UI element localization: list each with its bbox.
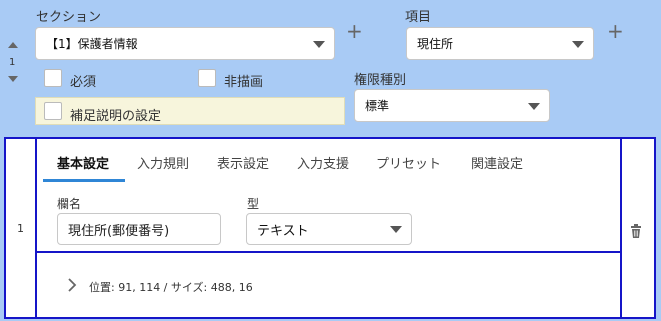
move-down-icon[interactable] [8, 76, 18, 82]
permission-label: 権限種別 [354, 73, 407, 88]
row-number: 1 [17, 222, 24, 235]
no-render-checkbox[interactable] [198, 69, 216, 87]
chevron-down-icon [390, 226, 402, 233]
add-section-button[interactable]: + [346, 21, 363, 41]
supplement-checkbox[interactable] [44, 102, 62, 120]
chevron-down-icon [313, 40, 325, 48]
position-panel: 位置: 91, 114 / サイズ: 488, 16 [35, 251, 622, 319]
required-label: 必須 [70, 75, 97, 90]
type-select-value: テキスト [257, 223, 309, 239]
tab-preset[interactable]: プリセット [376, 153, 441, 172]
permission-select[interactable]: 標準 [354, 89, 550, 122]
tab-input-rules[interactable]: 入力規則 [137, 153, 189, 172]
section-label: セクション [36, 10, 102, 25]
column-name-input[interactable]: 現住所(郵便番号) [57, 213, 221, 245]
settings-panel: 基本設定 入力規則 表示設定 入力支援 プリセット 関連設定 欄名 現住所(郵便… [35, 137, 622, 253]
tab-display-settings[interactable]: 表示設定 [217, 153, 269, 172]
chevron-down-icon [572, 40, 584, 48]
chevron-down-icon [528, 102, 540, 110]
section-select-value: 【1】保護者情報 [46, 37, 138, 51]
type-label: 型 [247, 197, 260, 211]
type-select[interactable]: テキスト [246, 213, 412, 245]
active-tab-indicator [43, 179, 125, 182]
no-render-label: 非描画 [224, 75, 264, 90]
position-info: 位置: 91, 114 / サイズ: 488, 16 [89, 281, 253, 294]
order-number: 1 [9, 57, 16, 68]
required-checkbox[interactable] [44, 69, 62, 87]
tab-related-settings[interactable]: 関連設定 [471, 153, 523, 172]
item-select[interactable]: 現住所 [406, 27, 594, 60]
item-select-value: 現住所 [417, 37, 454, 51]
chevron-right-icon[interactable] [67, 278, 77, 292]
trash-icon[interactable] [630, 224, 642, 238]
permission-select-value: 標準 [365, 99, 390, 113]
add-item-button[interactable]: + [607, 21, 624, 41]
tab-basic-settings[interactable]: 基本設定 [57, 153, 109, 172]
column-name-label: 欄名 [57, 197, 82, 211]
item-label: 項目 [405, 10, 432, 25]
supplement-label: 補足説明の設定 [70, 109, 162, 124]
tab-input-support[interactable]: 入力支援 [297, 153, 349, 172]
move-up-icon[interactable] [8, 42, 18, 48]
section-select[interactable]: 【1】保護者情報 [35, 27, 335, 60]
